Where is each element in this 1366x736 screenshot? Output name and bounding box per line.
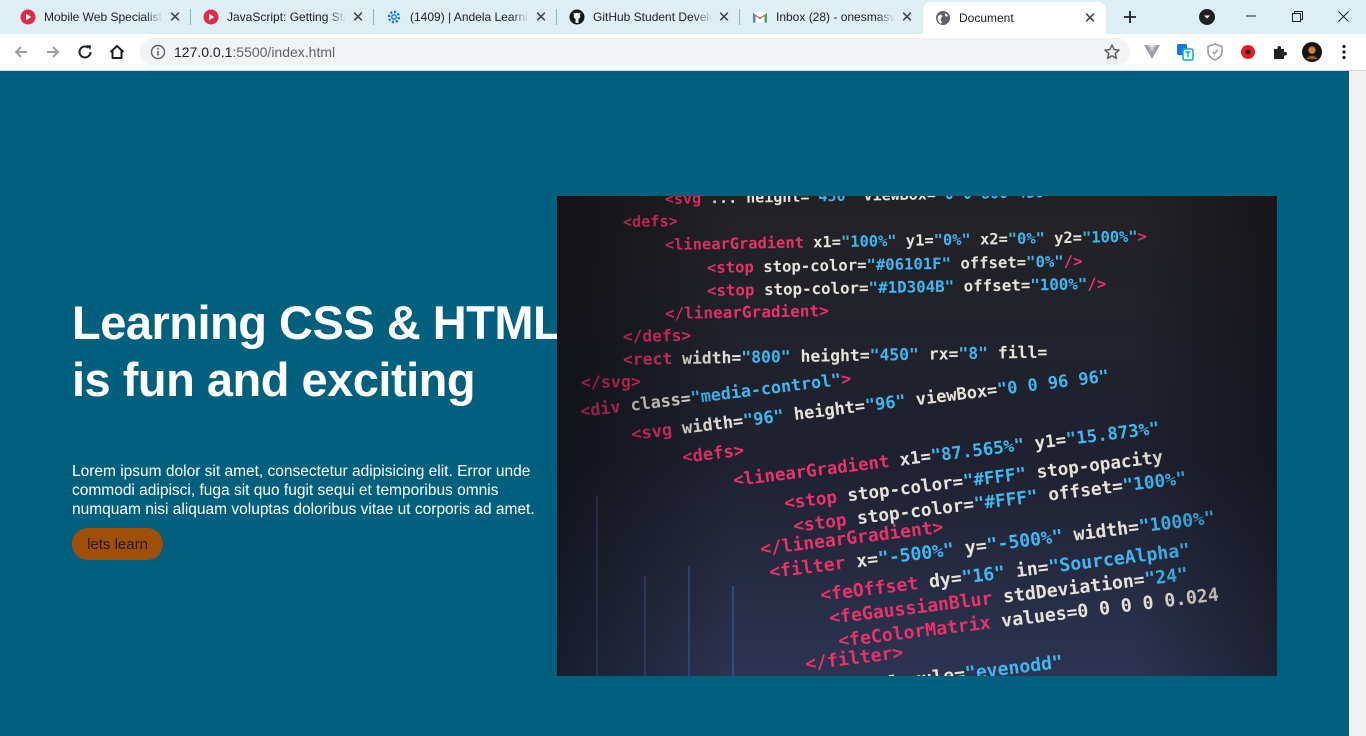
bookmark-star-icon[interactable] — [1102, 42, 1122, 62]
arrow-left-icon — [14, 46, 27, 58]
play-circle-icon — [203, 9, 219, 25]
address-bar[interactable]: 127.0.0.1:5500/index.html — [140, 38, 1130, 66]
reload-icon — [78, 45, 92, 59]
forward-button[interactable] — [40, 39, 66, 65]
avatar[interactable] — [1302, 42, 1322, 62]
hero-heading: Learning CSS & HTML is fun and exciting — [72, 294, 562, 408]
browser-tab[interactable]: Inbox (28) - onesmasv ✕ — [740, 0, 923, 34]
tab-title: Document — [959, 11, 1014, 25]
gmail-icon — [752, 9, 768, 25]
tab-title: (1409) | Andela Learnin — [410, 10, 529, 24]
lets-learn-button[interactable]: lets learn — [72, 528, 163, 560]
code-image-vignette — [557, 196, 1277, 676]
translate-extension-icon[interactable] — [1175, 42, 1195, 62]
url-host: 127.0.0.1 — [174, 44, 233, 60]
page-content: Learning CSS & HTML is fun and exciting … — [0, 71, 1349, 736]
browser-toolbar: 127.0.0.1:5500/index.html — [0, 34, 1366, 71]
extensions-puzzle-icon[interactable] — [1270, 42, 1290, 62]
close-tab-icon[interactable]: ✕ — [1082, 10, 1098, 27]
home-button[interactable] — [104, 39, 130, 65]
url-path: :5500/index.html — [232, 44, 336, 60]
restore-button[interactable] — [1274, 0, 1320, 32]
shield-icon[interactable] — [1205, 42, 1225, 62]
chevron-down-icon — [1204, 15, 1210, 19]
browser-tab-active[interactable]: Document ✕ — [923, 2, 1106, 34]
tab-title: Inbox (28) - onesmasv — [776, 10, 895, 24]
close-tab-icon[interactable]: ✕ — [716, 9, 732, 26]
url-text[interactable]: 127.0.0.1:5500/index.html — [174, 44, 1102, 60]
code-screenshot-image: <svg ... height="450" viewBox="0 0 800 4… — [557, 196, 1277, 676]
minimize-button[interactable] — [1228, 0, 1274, 32]
close-icon — [1337, 10, 1349, 22]
github-icon — [569, 9, 585, 25]
globe-icon — [935, 10, 951, 26]
restore-icon — [1291, 10, 1303, 22]
browser-menu-icon[interactable] — [1334, 42, 1354, 62]
new-tab-button[interactable] — [1118, 5, 1142, 29]
arrow-right-icon — [47, 46, 60, 58]
back-button[interactable] — [8, 39, 34, 65]
tab-title: JavaScript: Getting Sta — [227, 10, 346, 24]
record-extension-icon[interactable] — [1238, 42, 1258, 62]
close-tab-icon[interactable]: ✕ — [350, 9, 366, 26]
minimize-icon — [1246, 15, 1256, 17]
close-tab-icon[interactable]: ✕ — [533, 9, 549, 26]
hero-heading-line-1: Learning CSS & HTML — [72, 296, 562, 349]
browser-tab-strip: Mobile Web Specialist ✕ JavaScript: Gett… — [0, 0, 1366, 34]
home-icon — [109, 45, 125, 59]
plus-icon — [1124, 11, 1136, 23]
tab-title: Mobile Web Specialist — [44, 10, 162, 24]
hero-section: Learning CSS & HTML is fun and exciting … — [72, 294, 562, 560]
code-image-canvas: <svg ... height="450" viewBox="0 0 800 4… — [557, 196, 1277, 676]
close-tab-icon[interactable]: ✕ — [167, 9, 183, 26]
hero-heading-line-2: is fun and exciting — [72, 353, 476, 406]
reload-button[interactable] — [72, 39, 98, 65]
browser-tab[interactable]: JavaScript: Getting Sta ✕ — [191, 0, 374, 34]
gear-icon — [386, 9, 402, 25]
browser-tab[interactable]: (1409) | Andela Learnin ✕ — [374, 0, 557, 34]
play-circle-icon — [20, 9, 36, 25]
hero-description: Lorem ipsum dolor sit amet, consectetur … — [72, 463, 535, 518]
close-tab-icon[interactable]: ✕ — [899, 9, 915, 26]
browser-tab[interactable]: Mobile Web Specialist ✕ — [8, 0, 191, 34]
tab-search-button[interactable] — [1199, 9, 1215, 25]
close-window-button[interactable] — [1320, 0, 1366, 32]
browser-tab[interactable]: GitHub Student Develo ✕ — [557, 0, 740, 34]
info-icon[interactable] — [150, 44, 166, 60]
page-scrollbar[interactable] — [1349, 71, 1366, 736]
tab-title: GitHub Student Develo — [593, 10, 712, 24]
vue-devtools-icon[interactable] — [1142, 42, 1162, 62]
